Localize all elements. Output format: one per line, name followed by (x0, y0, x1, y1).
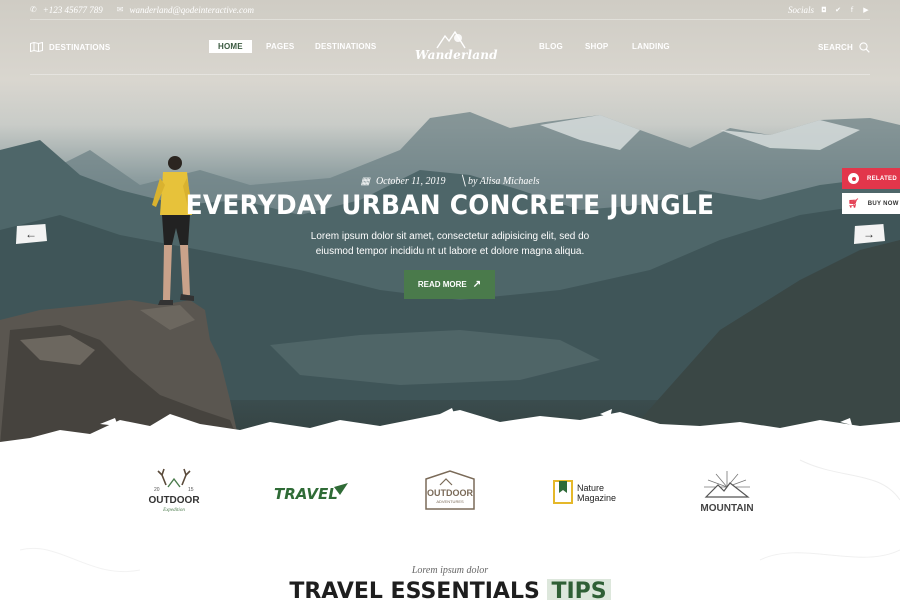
partner-tag: ADVENTURES (436, 499, 464, 504)
travel-logo-icon: TRAVEL (274, 483, 348, 503)
search-button[interactable]: SEARCH (818, 42, 870, 53)
top-bar: ✆ +123 45677 789 ✉ wanderland@qodeintera… (30, 0, 870, 20)
partner-name: OUTDOOR (148, 495, 200, 506)
bookmark-icon: Nature Magazine (553, 480, 616, 504)
partner-logos: 20 15 OUTDOOR Expedition TRAVEL OUTDOOR … (0, 465, 900, 525)
partner-logo-outdoor-adventures[interactable]: OUTDOOR ADVENTURES (420, 465, 480, 520)
outdoor-badge-icon: OUTDOOR ADVENTURES (425, 470, 475, 510)
buy-now-button[interactable]: 🛒︎ BUY NOW (842, 193, 900, 214)
mountain-sunburst-icon: MOUNTAIN (700, 471, 754, 514)
related-label: RELATED (867, 175, 897, 182)
search-icon (859, 42, 870, 53)
arrow-up-right-icon: ↗ (472, 279, 482, 290)
slide-title[interactable]: EVERYDAY URBAN CONCRETE JUNGLE (36, 190, 864, 221)
nav-shop[interactable]: SHOP (585, 42, 608, 51)
hero-slider: ✆ +123 45677 789 ✉ wanderland@qodeintera… (0, 0, 900, 445)
site-logo[interactable]: Wanderland (415, 28, 498, 68)
email-address: wanderland@qodeinteractive.com (129, 4, 254, 15)
post-date[interactable]: October 11, 2019 (376, 176, 446, 187)
search-label: SEARCH (818, 43, 853, 52)
buy-now-label: BUY NOW (867, 200, 899, 207)
main-navigation: DESTINATIONS HOME PAGES DESTINATIONS Wan… (30, 20, 870, 75)
mail-icon: ✉ (116, 5, 124, 14)
slider-prev-button[interactable]: ← (15, 224, 47, 244)
facebook-icon[interactable]: f (848, 6, 856, 14)
map-icon (30, 42, 43, 52)
phone-contact[interactable]: ✆ +123 45677 789 (30, 5, 103, 15)
partner-year-left: 20 (154, 487, 160, 493)
partner-name: TRAVEL (274, 485, 338, 503)
read-more-button[interactable]: READ MORE ↗ (404, 270, 495, 299)
section-subtitle: Lorem ipsum dolor (411, 565, 489, 576)
phone-icon: ✆ (30, 5, 37, 14)
slider-next-button[interactable]: → (853, 224, 885, 244)
partner-name: Nature (577, 483, 604, 493)
twitter-icon[interactable]: ✔ (834, 6, 842, 14)
post-author[interactable]: by Alisa Michaels (468, 176, 539, 187)
logo-text: Wanderland (415, 48, 498, 62)
partner-tag: Expedition (162, 508, 185, 513)
phone-number: +123 45677 789 (42, 4, 103, 15)
slide-excerpt: Lorem ipsum dolor sit amet, consectetur … (310, 231, 590, 257)
arrow-left-icon: ← (25, 227, 37, 241)
socials-group: Socials ◘ ✔ f ▶ (788, 5, 870, 15)
antlers-icon: 20 15 OUTDOOR Expedition (148, 468, 200, 513)
related-button[interactable]: RELATED (842, 168, 900, 189)
nav-landing[interactable]: LANDING (632, 42, 670, 51)
section-title-text: TRAVEL ESSENTIALS (289, 579, 540, 600)
partner-logo-outdoor-expedition[interactable]: 20 15 OUTDOOR Expedition (140, 465, 208, 520)
destinations-menu-label: DESTINATIONS (49, 42, 111, 52)
post-meta: ▦ October 11, 2019 ╲ by Alisa Michaels (0, 176, 900, 187)
nav-pages[interactable]: PAGES (266, 42, 294, 51)
instagram-icon[interactable]: ◘ (820, 6, 828, 14)
partner-logo-nature-magazine[interactable]: Nature Magazine (550, 465, 630, 520)
nav-destinations[interactable]: DESTINATIONS (315, 42, 376, 51)
read-more-label: READ MORE (417, 280, 467, 289)
section-title: TRAVEL ESSENTIALS TIPS (0, 579, 900, 600)
partner-year-right: 15 (188, 487, 194, 493)
partner-logo-travel[interactable]: TRAVEL (272, 465, 352, 520)
partner-name-line2: Magazine (577, 493, 616, 503)
nav-blog[interactable]: BLOG (539, 42, 563, 51)
youtube-icon[interactable]: ▶ (862, 6, 870, 14)
destinations-menu-button[interactable]: DESTINATIONS (30, 42, 110, 52)
related-icon (848, 173, 859, 184)
partner-logo-mountain[interactable]: MOUNTAIN (692, 465, 762, 520)
calendar-icon: ▦ (360, 176, 370, 187)
arrow-right-icon: → (863, 227, 875, 241)
section-title-highlight: TIPS (547, 579, 611, 600)
socials-label: Socials (788, 4, 814, 15)
cart-icon: 🛒︎ (848, 198, 860, 208)
partner-name: OUTDOOR (427, 488, 473, 498)
pen-icon: ╲ (459, 176, 467, 187)
nav-home[interactable]: HOME (209, 40, 252, 53)
partner-name: MOUNTAIN (700, 503, 753, 514)
email-contact[interactable]: ✉ wanderland@qodeinteractive.com (117, 5, 254, 15)
